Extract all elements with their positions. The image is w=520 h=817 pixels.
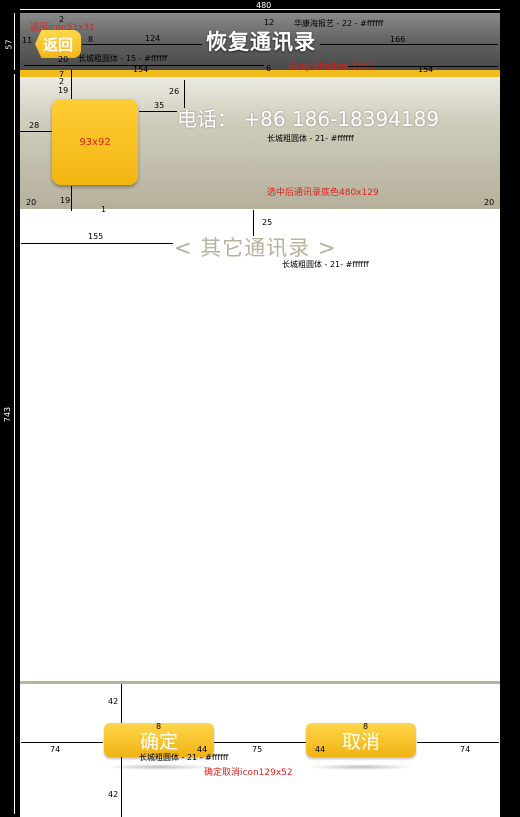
measure-8b: 8 xyxy=(363,722,369,731)
button-icon-note: 确定取消icon129x52 xyxy=(204,768,293,778)
measure-42a: 42 xyxy=(108,697,119,706)
measure-2b: 2 xyxy=(59,77,65,86)
measure-35-line xyxy=(139,111,177,112)
measure-74a: 74 xyxy=(50,745,61,754)
measure-42b: 42 xyxy=(108,790,119,799)
side-measure-body-label: 743 xyxy=(3,406,13,423)
measure-124: 124 xyxy=(145,34,161,43)
other-font-note: 长城粗圆体 - 21- #ffffff xyxy=(282,260,369,269)
measure-154b: 154 xyxy=(418,65,434,74)
measure-19a: 19 xyxy=(58,86,69,95)
measure-25: 25 xyxy=(262,218,273,227)
measure-155-line xyxy=(21,243,173,244)
contact-bg-note: 选中后通讯录底色480x129 xyxy=(267,188,379,198)
measure-8: 8 xyxy=(88,35,94,44)
other-contacts-title[interactable]: < 其它通讯录 > xyxy=(174,232,337,262)
measure-75-line xyxy=(214,742,306,743)
contact-avatar: 93x92 xyxy=(52,99,138,185)
highlight-note: Gray Shadow 10x0 xyxy=(289,62,375,72)
contact-phone: 电话： +86 186-18394189 xyxy=(177,107,440,131)
measure-8a: 8 xyxy=(156,722,162,731)
measure-20b: 20 xyxy=(484,198,495,207)
measure-19a-line xyxy=(71,70,72,100)
measure-11: 11 xyxy=(22,36,33,45)
measure-20: 20 xyxy=(58,55,69,64)
page-title: 恢复通讯录 xyxy=(206,30,316,54)
side-measure-title-label: 57 xyxy=(4,39,14,50)
measure-2: 2 xyxy=(59,15,65,24)
confirm-button-shadow xyxy=(104,764,214,770)
measure-35: 35 xyxy=(154,101,165,110)
side-measure-title-line xyxy=(14,13,15,70)
measure-74b-line xyxy=(417,742,499,743)
measure-44b: 44 xyxy=(315,745,326,754)
measure-6: 6 xyxy=(266,64,272,73)
measure-74b: 74 xyxy=(460,745,471,754)
measure-166-line xyxy=(320,44,498,45)
measure-1: 1 xyxy=(101,205,107,214)
measure-155: 155 xyxy=(88,232,104,241)
footer-font-note: 长城粗圆体 - 21 - #ffffff xyxy=(139,753,229,762)
cancel-button-shadow xyxy=(306,764,416,770)
side-measure-body-line xyxy=(14,74,15,814)
measure-19b: 19 xyxy=(60,196,71,205)
measure-19b-line xyxy=(71,186,72,211)
measure-74a-line xyxy=(21,742,103,743)
measure-75: 75 xyxy=(252,745,263,754)
measure-166: 166 xyxy=(390,35,406,44)
back-button[interactable]: 返回 xyxy=(35,30,81,58)
avatar-size-label: 93x92 xyxy=(79,136,111,148)
measure-28-line xyxy=(20,131,52,132)
phone-font-note: 长城粗圆体 - 21- #ffffff xyxy=(267,134,354,143)
footer-divider xyxy=(20,681,500,684)
measure-154a: 154 xyxy=(133,65,149,74)
measure-124-line xyxy=(82,44,202,45)
measure-20a: 20 xyxy=(26,198,37,207)
back-font-note: 长城粗圆体 - 15 - #ffffff xyxy=(78,54,168,63)
top-measure-label: 480 xyxy=(256,1,272,10)
measure-26: 26 xyxy=(169,87,180,96)
measure-28: 28 xyxy=(29,121,40,130)
